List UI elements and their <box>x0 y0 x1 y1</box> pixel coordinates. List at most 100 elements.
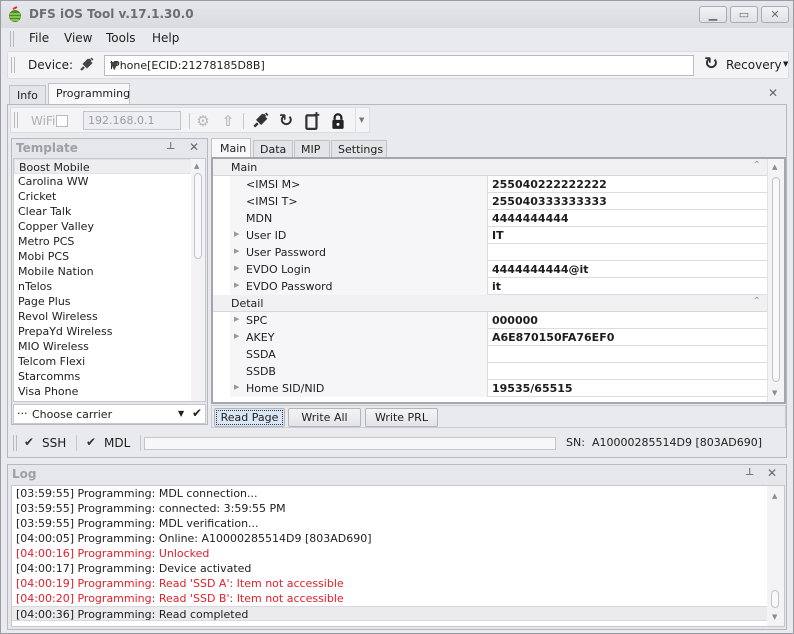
phone-add-icon[interactable] <box>303 112 321 130</box>
template-item[interactable]: MIO Wireless <box>14 339 205 354</box>
template-item[interactable]: Metro PCS <box>14 234 205 249</box>
pin-icon[interactable]: ⊥ <box>166 141 175 152</box>
menubar-grip[interactable] <box>10 31 14 47</box>
property-value[interactable]: IT <box>492 229 504 242</box>
ip-address-input[interactable]: 192.168.0.1 <box>83 111 181 130</box>
property-value[interactable]: 000000 <box>492 314 538 327</box>
maximize-button[interactable]: ▭ <box>730 6 758 23</box>
property-row[interactable]: ▶ EVDO Password it <box>230 278 767 295</box>
log-line[interactable]: [04:00:05] Programming: Online: A1000028… <box>12 531 784 546</box>
subtab-settings[interactable]: Settings <box>331 140 387 158</box>
template-item[interactable]: Boost Mobile <box>14 159 205 174</box>
property-value[interactable]: it <box>492 280 501 293</box>
write-all-button[interactable]: Write All <box>288 408 361 427</box>
template-item[interactable]: Visa Phone <box>14 384 205 399</box>
settings-icon[interactable]: ⚙ <box>194 112 212 130</box>
subtab-data[interactable]: Data <box>253 140 293 158</box>
chevron-down-icon[interactable]: ▼ <box>110 59 688 72</box>
property-value[interactable]: 255040222222222 <box>492 178 607 191</box>
property-row[interactable]: MDN 4444444444 <box>230 210 767 227</box>
template-item[interactable]: Copper Valley <box>14 219 205 234</box>
pin-icon[interactable]: ⊥ <box>745 467 754 478</box>
property-value[interactable]: 4444444444@it <box>492 263 589 276</box>
template-item[interactable]: Carolina WW <box>14 174 205 189</box>
scroll-down-icon[interactable]: ▼ <box>772 613 777 621</box>
property-value[interactable]: 19535/65515 <box>492 382 573 395</box>
scroll-up-icon[interactable]: ▲ <box>772 492 777 500</box>
scroll-thumb[interactable] <box>771 590 779 608</box>
log-line[interactable]: [04:00:20] Programming: Read 'SSD B': It… <box>12 591 784 606</box>
expand-icon[interactable]: ▶ <box>234 247 239 255</box>
template-item[interactable]: Telcom Flexi <box>14 354 205 369</box>
log-line[interactable]: [04:00:17] Programming: Device activated <box>12 561 784 576</box>
log-scrollbar[interactable]: ▲ ▼ <box>767 486 784 626</box>
check-icon[interactable]: ✔ <box>192 406 202 420</box>
expand-icon[interactable]: ▶ <box>234 264 239 272</box>
template-item[interactable]: Clear Talk <box>14 204 205 219</box>
tab-programming[interactable]: Programming <box>48 83 130 105</box>
expand-icon[interactable]: ▶ <box>234 230 239 238</box>
menu-help[interactable]: Help <box>152 31 179 45</box>
write-prl-button[interactable]: Write PRL <box>365 408 438 427</box>
collapse-icon[interactable]: ⌃ <box>753 160 761 171</box>
property-row[interactable]: <IMSI M> 255040222222222 <box>230 176 767 193</box>
property-row[interactable]: ▶ SPC 000000 <box>230 312 767 329</box>
log-line[interactable]: [04:00:36] Programming: Read completed <box>12 606 784 621</box>
menu-file[interactable]: File <box>29 31 49 45</box>
wifi-checkbox[interactable] <box>56 115 68 127</box>
template-item[interactable]: PrepaYd Wireless <box>14 324 205 339</box>
scroll-up-icon[interactable]: ▲ <box>772 163 777 171</box>
log-line[interactable]: [04:00:16] Programming: Unlocked <box>12 546 784 561</box>
log-line[interactable]: [03:59:55] Programming: connected: 3:59:… <box>12 501 784 516</box>
scroll-up-icon[interactable]: ▲ <box>194 162 199 170</box>
close-tab-icon[interactable]: ✕ <box>768 86 778 100</box>
collapse-icon[interactable]: ⌃ <box>753 296 761 307</box>
property-row[interactable]: ▶ EVDO Login 4444444444@it <box>230 261 767 278</box>
menu-tools[interactable]: Tools <box>106 31 136 45</box>
expand-icon[interactable]: ▶ <box>234 332 239 340</box>
devicebar-grip[interactable] <box>11 57 15 73</box>
scroll-thumb[interactable] <box>772 177 780 382</box>
statusbar-grip[interactable] <box>13 435 17 451</box>
property-value[interactable]: 4444444444 <box>492 212 569 225</box>
property-value[interactable]: A6E870150FA76EF0 <box>492 331 614 344</box>
subtab-mip[interactable]: MIP <box>294 140 330 158</box>
minimize-button[interactable]: ▁ <box>699 6 727 23</box>
mdl-status[interactable]: ✔ MDL <box>86 431 138 455</box>
expand-icon[interactable]: ▶ <box>234 383 239 391</box>
toolbar-grip[interactable] <box>14 112 18 128</box>
lock-icon[interactable] <box>329 112 347 130</box>
log-line[interactable]: [03:59:55] Programming: MDL connection..… <box>12 486 784 501</box>
category-row[interactable]: Main ⌃ <box>213 159 767 176</box>
scroll-down-icon[interactable]: ▼ <box>772 389 777 397</box>
template-item[interactable]: Mobi PCS <box>14 249 205 264</box>
chevron-down-icon[interactable]: ▼ <box>178 409 184 418</box>
toolbar-overflow-button[interactable]: ▼ <box>355 108 369 132</box>
expand-icon[interactable]: ▶ <box>234 315 239 323</box>
property-row[interactable]: SSDA <box>230 346 767 363</box>
log-line[interactable]: [04:00:19] Programming: Read 'SSD A': It… <box>12 576 784 591</box>
expand-icon[interactable]: ▶ <box>234 281 239 289</box>
read-page-button[interactable]: Read Page <box>214 408 285 427</box>
property-value[interactable]: 255040333333333 <box>492 195 607 208</box>
carrier-select[interactable]: ··· Choose carrier ▼ ✔ <box>13 404 206 424</box>
property-row[interactable]: <IMSI T> 255040333333333 <box>230 193 767 210</box>
scroll-thumb[interactable] <box>194 173 202 259</box>
close-icon[interactable]: ✕ <box>189 140 199 154</box>
subtab-main[interactable]: Main <box>211 138 251 158</box>
upload-icon[interactable]: ⇧ <box>219 112 237 130</box>
menu-view[interactable]: View <box>64 31 92 45</box>
template-item[interactable]: Page Plus <box>14 294 205 309</box>
close-button[interactable]: ✕ <box>761 6 789 23</box>
property-row[interactable]: SSDB <box>230 363 767 380</box>
property-row[interactable]: ▶ User Password <box>230 244 767 261</box>
property-row[interactable]: ▶ Home SID/NID 19535/65515 <box>230 380 767 397</box>
template-scrollbar[interactable]: ▲ <box>191 159 205 401</box>
ssh-status[interactable]: ✔ SSH <box>24 431 76 455</box>
template-item[interactable]: nTelos <box>14 279 205 294</box>
log-line[interactable]: [03:59:55] Programming: MDL verification… <box>12 516 784 531</box>
template-item[interactable]: Cricket <box>14 189 205 204</box>
template-item[interactable]: Starcomms <box>14 369 205 384</box>
category-row[interactable]: Detail ⌃ <box>213 295 767 312</box>
device-select[interactable]: iPhone[ECID:21278185D8B] ▼ <box>104 55 694 76</box>
